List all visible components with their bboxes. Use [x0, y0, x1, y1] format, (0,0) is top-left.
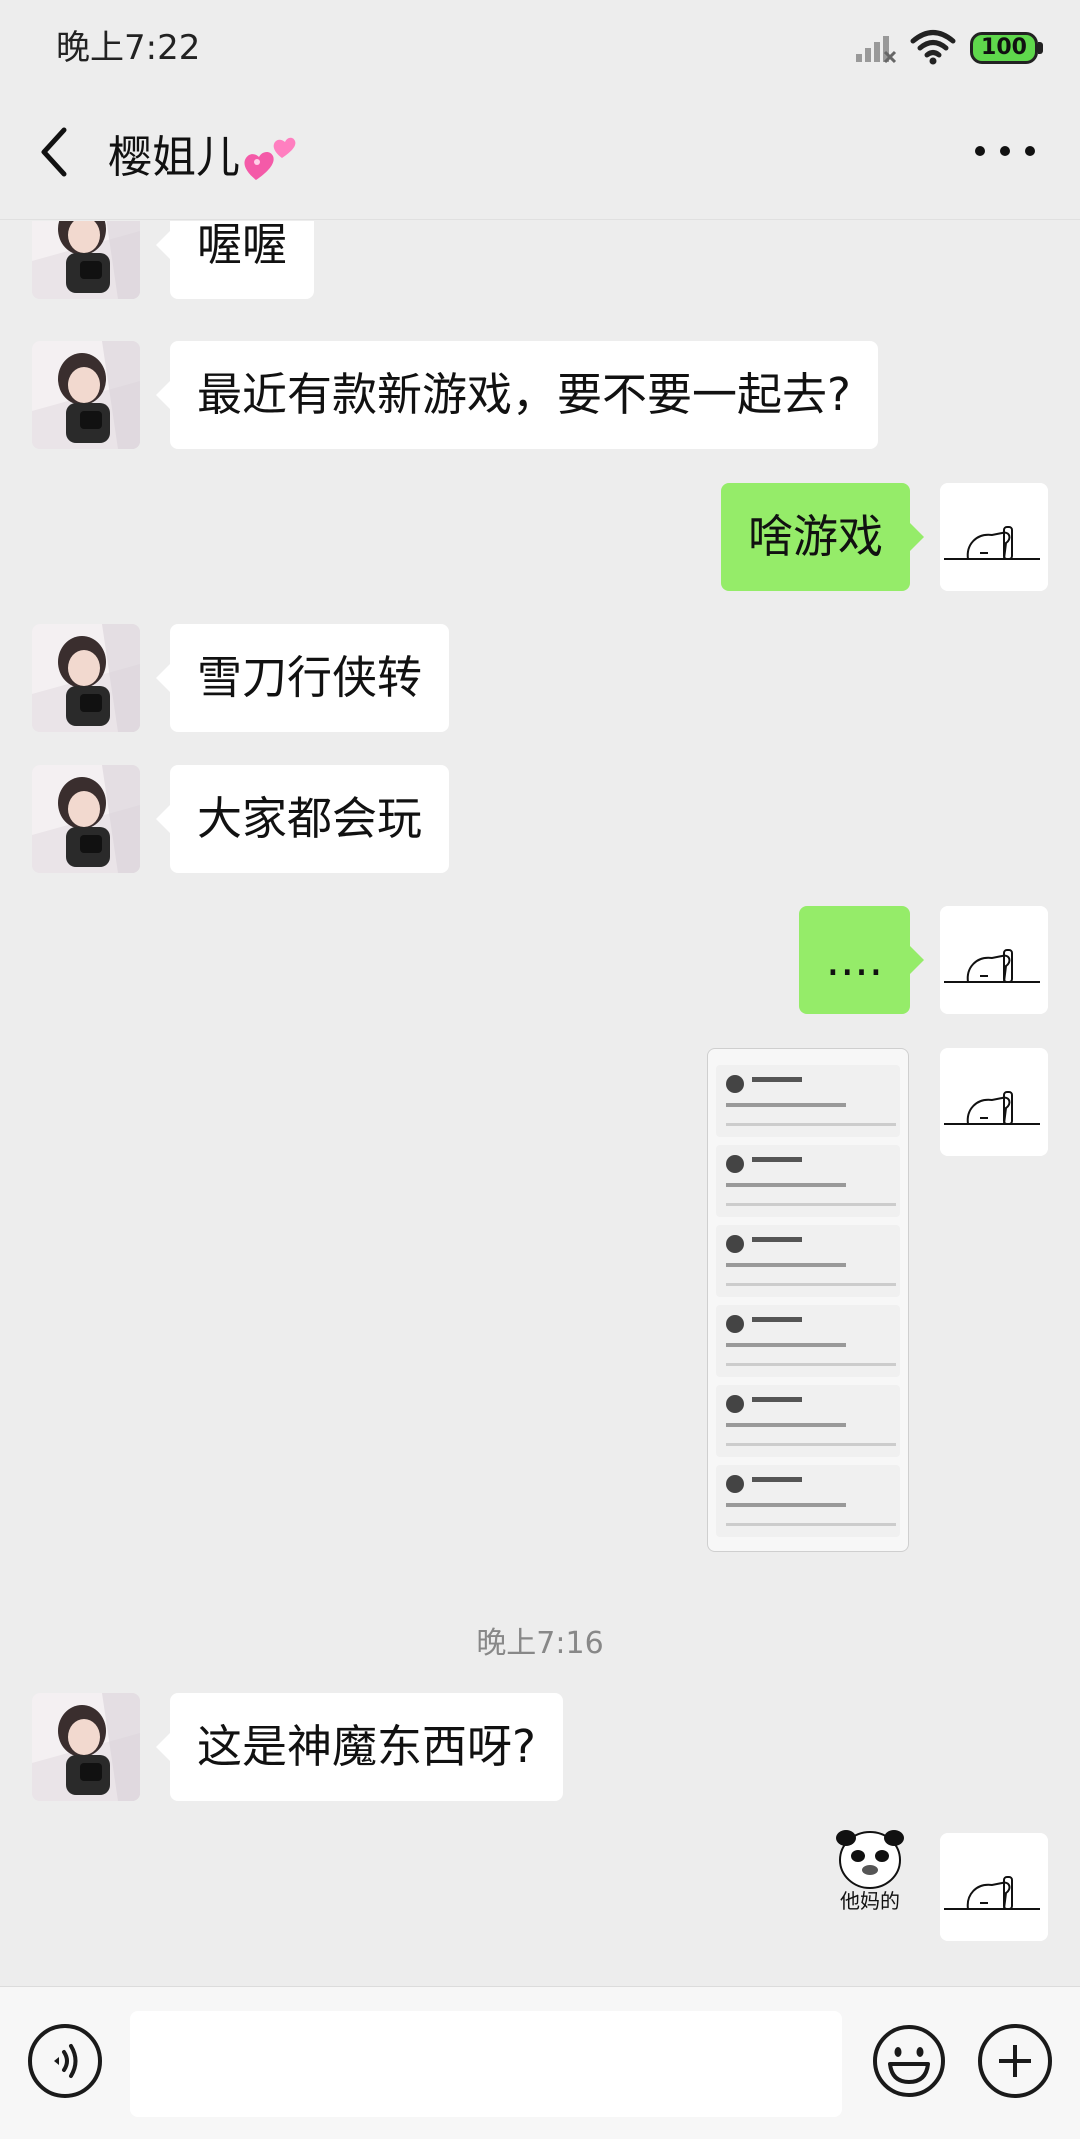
avatar-drawing — [940, 906, 1048, 1014]
message-bubble-incoming[interactable]: 大家都会玩 — [155, 765, 450, 873]
timestamp: 晚上7:16 — [476, 1626, 604, 1661]
chat-header: 樱姐儿 — [0, 96, 1080, 220]
voice-button[interactable] — [28, 2024, 102, 2098]
emoji-button[interactable] — [872, 2024, 946, 2098]
sticker-caption: 他妈的 — [840, 1889, 900, 1913]
image-content — [716, 1145, 900, 1217]
self-avatar[interactable] — [940, 1833, 1048, 1941]
avatar-photo — [32, 1693, 140, 1801]
message-list: 喔喔 最近有款新游戏，要不要一起去? 啥游戏 雪刀行侠转 大家都会玩 .... … — [0, 221, 1080, 1986]
message-bubble-outgoing[interactable]: .... — [798, 906, 925, 1014]
input-bar — [0, 1986, 1080, 2139]
back-icon[interactable] — [34, 122, 78, 182]
more-icon[interactable] — [975, 136, 1035, 166]
message-bubble-incoming[interactable]: 雪刀行侠转 — [155, 624, 450, 732]
avatar-drawing — [940, 1833, 1048, 1941]
message-bubble-incoming[interactable]: 最近有款新游戏，要不要一起去? — [156, 341, 878, 449]
status-bar: 晚上7:22 100 — [0, 0, 1080, 96]
contact-avatar[interactable] — [32, 624, 140, 732]
voice-icon — [54, 2044, 78, 2078]
avatar-drawing — [940, 1048, 1048, 1156]
contact-avatar[interactable] — [32, 1693, 140, 1801]
image-content — [716, 1065, 900, 1137]
image-message[interactable] — [707, 1048, 909, 1552]
chat-title-text: 樱姐儿 — [108, 132, 240, 183]
wifi-icon — [910, 30, 956, 65]
emoji-icon — [873, 2025, 945, 2097]
self-avatar[interactable] — [940, 483, 1048, 591]
message-bubble-incoming[interactable]: 喔喔 — [155, 221, 315, 299]
message-input[interactable] — [130, 2011, 842, 2117]
contact-avatar[interactable] — [32, 221, 140, 299]
battery-icon: 100 — [970, 32, 1038, 64]
contact-avatar[interactable] — [32, 765, 140, 873]
sticker-message[interactable]: 他妈的 — [830, 1830, 910, 1912]
plus-icon[interactable] — [978, 2024, 1052, 2098]
avatar-photo — [32, 221, 140, 299]
image-content — [716, 1465, 900, 1537]
message-bubble-incoming[interactable]: 这是神魔东西呀? — [156, 1693, 563, 1801]
avatar-photo — [32, 624, 140, 732]
heart-icon — [244, 137, 296, 180]
status-time: 晚上7:22 — [56, 28, 201, 68]
self-avatar[interactable] — [940, 1048, 1048, 1156]
message-bubble-outgoing[interactable]: 啥游戏 — [720, 483, 925, 591]
contact-avatar[interactable] — [32, 341, 140, 449]
avatar-photo — [32, 765, 140, 873]
image-content — [716, 1385, 900, 1457]
avatar-drawing — [940, 483, 1048, 591]
battery-tip — [1038, 42, 1043, 54]
self-avatar[interactable] — [940, 906, 1048, 1014]
image-content — [716, 1225, 900, 1297]
panda-sticker-icon — [836, 1830, 904, 1889]
chat-title: 樱姐儿 — [108, 126, 304, 188]
image-content — [716, 1305, 900, 1377]
signal-icon — [856, 36, 897, 64]
battery-level: 100 — [981, 35, 1027, 60]
avatar-photo — [32, 341, 140, 449]
